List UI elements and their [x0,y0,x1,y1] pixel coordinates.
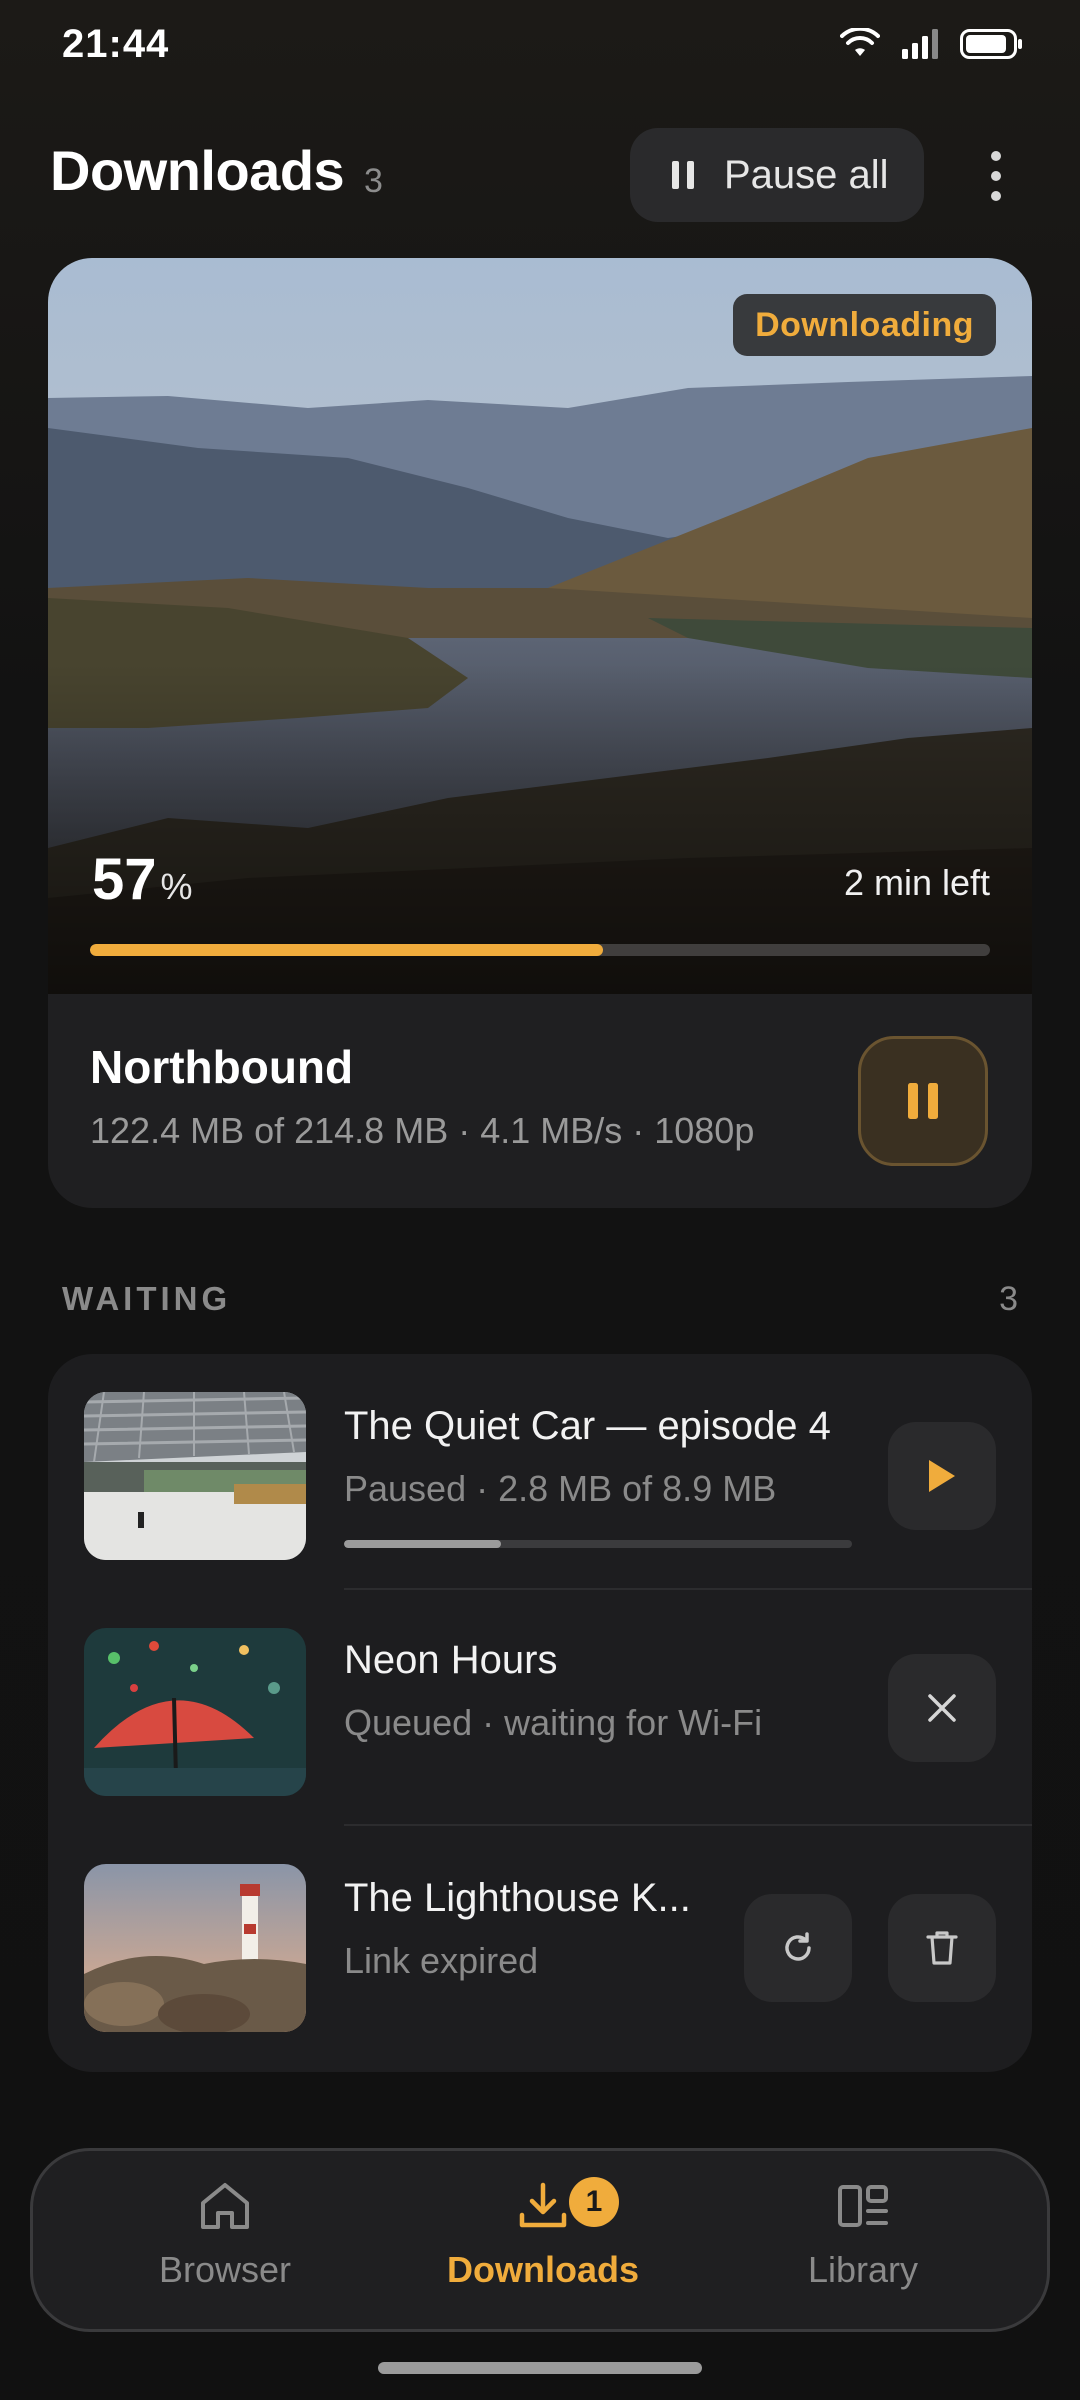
status-icons [840,28,1022,60]
play-icon [929,1460,955,1492]
item-title: The Lighthouse K... [344,1876,691,1920]
battery-icon [960,29,1022,59]
more-options-button[interactable] [968,140,1024,212]
item-thumbnail [84,1628,306,1796]
progress-percent-sign: % [160,866,193,907]
progress-bar-fill [90,944,603,956]
download-meta: 122.4 MB of 214.8 MB · 4.1 MB/s · 1080p [90,1110,755,1151]
list-item[interactable]: The Quiet Car — episode 4 Paused · 2.8 M… [48,1354,1032,1590]
section-count: 3 [999,1280,1018,1318]
nav-label: Downloads [446,2249,639,2290]
bottom-navigation: Browser 1 Downloads Library [30,2148,1050,2332]
signal-icon [902,29,938,59]
cancel-download-button[interactable] [888,1654,996,1762]
retry-button[interactable] [744,1894,852,2002]
download-title: Northbound [90,1041,354,1093]
item-title: Neon Hours [344,1638,558,1682]
library-icon [838,2185,888,2227]
progress-bar [90,944,990,956]
page-title: Downloads [50,139,345,202]
page-header: Downloads 3 Pause all [0,120,1080,230]
home-icon [201,2183,249,2229]
resume-button[interactable] [888,1422,996,1530]
waiting-section-header: WAITING 3 [0,1274,1080,1324]
item-subtitle: Paused · 2.8 MB of 8.9 MB [344,1468,777,1509]
nav-label: Browser [158,2249,292,2290]
pause-download-button[interactable] [858,1036,988,1166]
status-bar: 21:44 [0,0,1080,92]
time-remaining: 2 min left [843,862,990,903]
nav-item-library[interactable]: Library [713,2181,1013,2311]
delete-button[interactable] [888,1894,996,2002]
close-icon [928,1694,956,1722]
active-download-card[interactable]: Downloading 57 % 2 min left Northbound 1… [48,258,1032,1208]
trash-icon [926,1931,958,1965]
section-title: WAITING [62,1280,232,1317]
wifi-icon [840,28,880,56]
item-progress-fill [344,1540,502,1548]
status-time: 21:44 [62,22,170,66]
item-subtitle: Queued · waiting for Wi-Fi [344,1702,763,1743]
notification-badge: 1 [569,2177,619,2227]
downloads-count: 3 [364,162,383,200]
download-icon [519,2182,567,2228]
progress-percent-value: 57 [92,847,157,912]
nav-item-downloads[interactable]: 1 Downloads [393,2177,693,2311]
home-indicator[interactable] [378,2362,702,2374]
item-thumbnail [84,1392,306,1560]
list-item[interactable]: The Lighthouse K... Link expired [48,1826,1032,2062]
item-progress-bar [344,1540,852,1548]
retry-icon [785,1932,811,1961]
waiting-list: The Quiet Car — episode 4 Paused · 2.8 M… [48,1354,1032,2072]
nav-item-browser[interactable]: Browser [75,2181,375,2311]
pause-all-label: Pause all [724,152,889,197]
item-thumbnail [84,1864,306,2032]
pause-all-button[interactable]: Pause all [630,128,924,222]
pause-icon [672,161,694,189]
status-badge: Downloading [733,294,996,356]
more-dot [991,171,1001,181]
list-item[interactable]: Neon Hours Queued · waiting for Wi-Fi [48,1590,1032,1826]
item-title: The Quiet Car — episode 4 [344,1404,831,1448]
nav-label: Library [807,2249,919,2290]
more-dot [991,191,1001,201]
progress-percent: 57 % [92,846,193,913]
pause-icon [908,1083,938,1119]
more-dot [991,151,1001,161]
item-subtitle: Link expired [344,1940,539,1981]
